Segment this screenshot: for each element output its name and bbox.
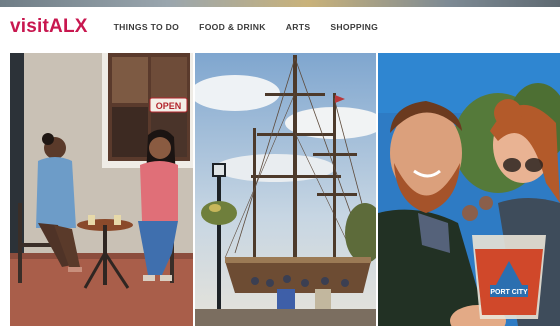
site-header: visitALX THINGS TO DO FOOD & DRINK ARTS … bbox=[0, 7, 560, 47]
photo-cafe-women[interactable]: OPEN bbox=[10, 53, 193, 326]
nav-shopping[interactable]: SHOPPING bbox=[330, 22, 378, 32]
hero-top-strip bbox=[0, 0, 560, 7]
photo-friends-beer[interactable]: PORT CITY bbox=[378, 53, 560, 326]
site-logo[interactable]: visitALX bbox=[10, 16, 88, 38]
nav-food-drink[interactable]: FOOD & DRINK bbox=[199, 22, 266, 32]
ship-illustration bbox=[195, 53, 376, 326]
photo-tall-ship[interactable] bbox=[195, 53, 376, 326]
cafe-illustration: OPEN bbox=[10, 53, 193, 326]
friends-illustration: PORT CITY bbox=[378, 53, 560, 326]
main-nav: THINGS TO DO FOOD & DRINK ARTS SHOPPING bbox=[114, 22, 399, 32]
nav-things-to-do[interactable]: THINGS TO DO bbox=[114, 22, 180, 32]
cup-logo-text: PORT CITY bbox=[490, 289, 528, 296]
open-sign-text: OPEN bbox=[156, 101, 182, 111]
nav-arts[interactable]: ARTS bbox=[286, 22, 311, 32]
